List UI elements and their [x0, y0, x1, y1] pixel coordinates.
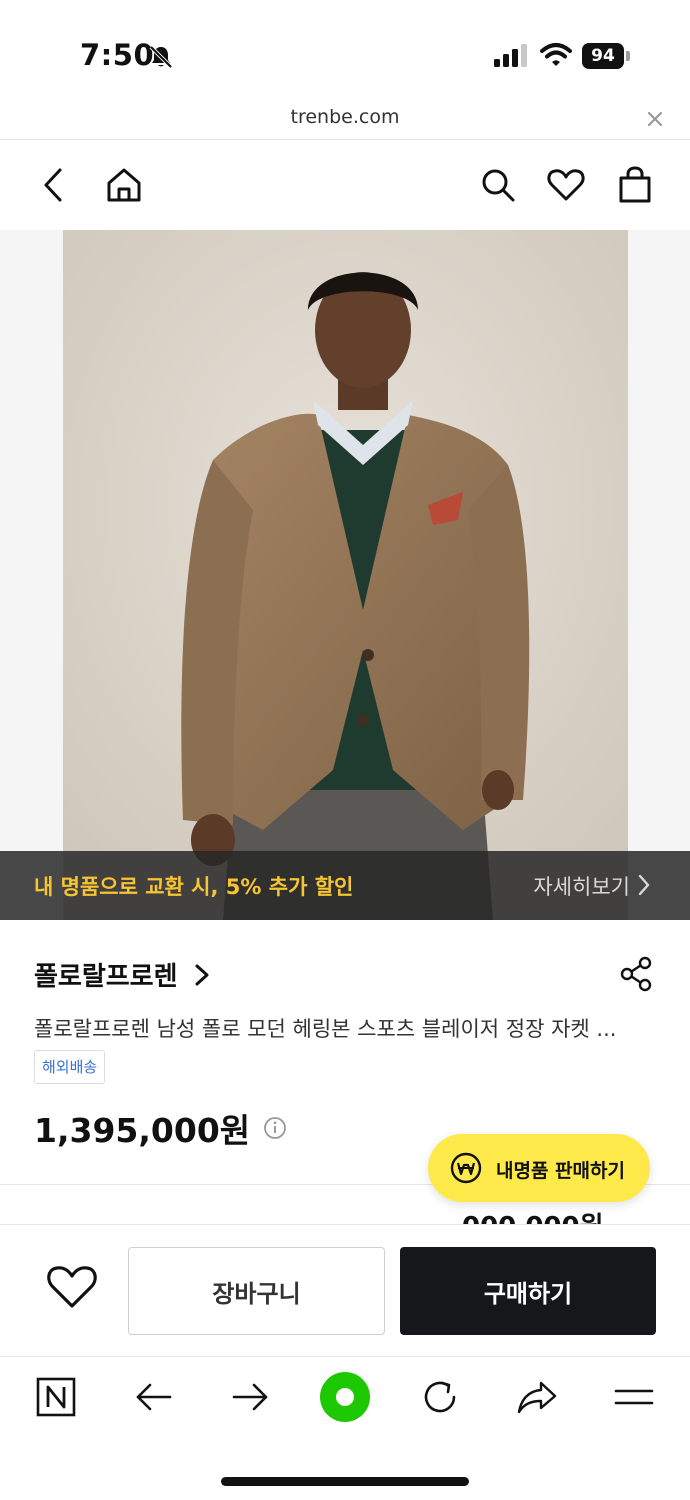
cellular-signal-icon — [494, 44, 527, 67]
buy-now-button[interactable]: 구매하기 — [400, 1247, 656, 1335]
green-dot-icon[interactable] — [317, 1369, 373, 1425]
brand-link[interactable]: 폴로랄프로렌 — [34, 956, 213, 996]
won-coin-icon — [450, 1152, 482, 1184]
back-arrow-icon[interactable] — [132, 1375, 176, 1419]
forward-arrow-icon[interactable] — [228, 1375, 272, 1419]
battery-icon: 94 — [582, 43, 630, 69]
shipping-badge: 해외배송 — [34, 1050, 106, 1084]
home-indicator — [221, 1477, 469, 1486]
shopping-bag-icon[interactable] — [615, 165, 655, 205]
url-text[interactable]: trenbe.com — [0, 106, 690, 128]
home-icon[interactable] — [104, 165, 144, 205]
sell-my-luxury-button[interactable]: 내명품 판매하기 — [428, 1134, 650, 1202]
product-price: 1,395,000원 — [34, 1111, 251, 1150]
share-arrow-icon[interactable] — [515, 1375, 559, 1419]
wifi-icon — [540, 43, 572, 66]
purchase-action-bar: 장바구니 구매하기 — [0, 1224, 690, 1356]
promo-text[interactable]: 내 명품으로 교환 시, 5% 추가 할인 — [34, 871, 353, 901]
product-image-area[interactable]: 내 명품으로 교환 시, 5% 추가 할인 자세히보기 — [0, 230, 690, 920]
status-time: 7:50 — [80, 38, 155, 72]
sell-button-label: 내명품 판매하기 — [496, 1160, 625, 1182]
battery-level: 94 — [582, 43, 624, 69]
status-bar: 7:50 94 — [0, 0, 690, 100]
search-icon[interactable] — [478, 165, 518, 205]
brand-name[interactable]: 폴로랄프로렌 — [34, 956, 178, 993]
app-header — [0, 141, 690, 230]
info-icon[interactable] — [263, 1116, 287, 1140]
product-title: 폴로랄프로렌 남성 폴로 모던 헤링본 스포츠 블레이저 정장 자켓 ... — [34, 1017, 617, 1041]
add-to-cart-button[interactable]: 장바구니 — [128, 1247, 385, 1335]
close-icon[interactable] — [644, 108, 666, 130]
chevron-right-icon[interactable] — [191, 962, 213, 988]
naver-n-icon[interactable] — [34, 1375, 78, 1419]
browser-url-bar[interactable]: trenbe.com — [0, 100, 690, 140]
menu-icon[interactable] — [612, 1375, 656, 1419]
promo-detail-link[interactable]: 자세히보기 — [533, 871, 630, 901]
chevron-right-icon[interactable] — [634, 873, 654, 897]
bell-slash-icon — [149, 45, 173, 69]
back-icon[interactable] — [34, 165, 74, 205]
wishlist-heart-icon[interactable] — [46, 1263, 98, 1311]
price-row: 1,395,000원 — [34, 1104, 287, 1152]
reload-icon[interactable] — [418, 1375, 462, 1419]
share-icon[interactable] — [618, 956, 654, 992]
promo-banner[interactable]: 내 명품으로 교환 시, 5% 추가 할인 자세히보기 — [0, 851, 690, 920]
product-photo[interactable] — [63, 230, 628, 920]
heart-icon[interactable] — [546, 165, 586, 205]
